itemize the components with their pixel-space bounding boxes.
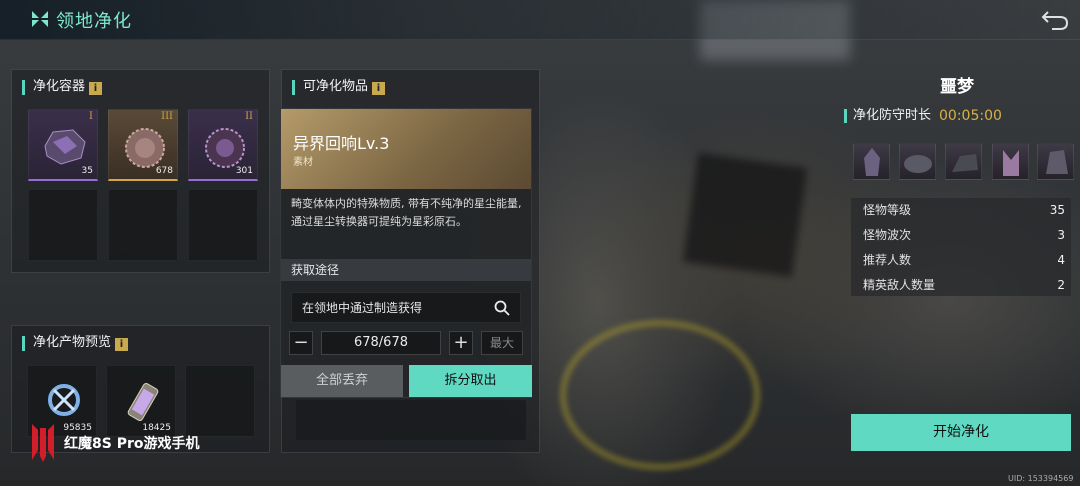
monster-icon — [904, 155, 932, 173]
boss-name: 噩梦 — [940, 77, 974, 97]
stat-row-elite-count: 精英敌人数量 2 — [851, 273, 1071, 297]
stat-value: 3 — [1057, 228, 1065, 242]
source-entry[interactable]: 在领地中通过制造获得 — [291, 292, 521, 323]
monster-icon — [864, 148, 880, 176]
top-bar: 领地净化 — [0, 0, 1080, 40]
canister-icon — [127, 383, 159, 421]
background-hose — [560, 320, 760, 470]
monster-portrait[interactable] — [899, 143, 936, 180]
info-icon[interactable]: i — [89, 82, 103, 95]
item-slot-row — [296, 400, 526, 440]
page-title: 领地净化 — [56, 11, 132, 32]
container-slot-3[interactable]: II 301 — [188, 109, 258, 181]
item-detail-card: 异界回响Lv.3 素材 畸变体体内的特殊物质, 带有不纯净的星尘能量, 通过星尘… — [280, 108, 532, 398]
monster-portrait[interactable] — [853, 143, 890, 180]
source-header: 获取途径 — [281, 259, 531, 281]
container-slot-empty[interactable] — [108, 189, 178, 261]
stat-label: 怪物等级 — [863, 203, 912, 217]
preview-count: 95835 — [63, 423, 92, 433]
background-crate — [682, 152, 808, 278]
containers-title: 净化容器 i — [22, 80, 103, 95]
red-magic-logo-icon — [32, 424, 54, 462]
stat-row-waves: 怪物波次 3 — [851, 223, 1071, 247]
slot-count: 678 — [155, 166, 173, 176]
stats-table: 怪物等级 35 怪物波次 3 推荐人数 4 精英敌人数量 2 — [851, 198, 1071, 296]
item-name: 异界回响Lv.3 — [293, 134, 390, 153]
container-slot-empty[interactable] — [28, 189, 98, 261]
discard-all-button[interactable]: 全部丢弃 — [281, 365, 403, 397]
monster-portrait[interactable] — [1037, 143, 1074, 180]
monster-icon — [1046, 150, 1068, 174]
preview-count: 18425 — [142, 423, 171, 433]
quantity-field[interactable]: 678/678 — [321, 331, 441, 355]
stat-row-monster-level: 怪物等级 35 — [851, 198, 1071, 222]
stat-value: 4 — [1057, 253, 1065, 267]
container-slot-2[interactable]: III 678 — [108, 109, 178, 181]
preview-title: 净化产物预览 i — [22, 336, 129, 351]
stat-label: 怪物波次 — [863, 228, 912, 242]
monster-icon — [952, 154, 978, 172]
slot-count: 35 — [81, 166, 93, 176]
source-text: 在领地中通过制造获得 — [302, 301, 423, 315]
void-orb-icon — [205, 128, 245, 168]
item-card-header: 异界回响Lv.3 素材 — [281, 109, 531, 189]
monster-portrait[interactable] — [945, 143, 982, 180]
defense-duration-value: 00:05:00 — [939, 108, 1002, 124]
device-watermark: 红魔8S Pro游戏手机 — [64, 436, 200, 452]
back-icon[interactable] — [1040, 6, 1070, 32]
preview-slot-2[interactable]: 18425 — [106, 365, 176, 437]
item-description: 畸变体体内的特殊物质, 带有不纯净的星尘能量, 通过星尘转换器可提纯为星彩原石。 — [291, 197, 522, 228]
stat-value: 35 — [1049, 203, 1065, 217]
spore-orb-icon — [125, 128, 165, 168]
container-slot-1[interactable]: I 35 — [28, 109, 98, 181]
increase-button[interactable]: + — [449, 331, 473, 355]
max-button[interactable]: 最大 — [481, 331, 523, 355]
item-type: 素材 — [293, 157, 313, 168]
stat-row-recommended-players: 推荐人数 4 — [851, 248, 1071, 272]
crystal-icon — [44, 129, 86, 165]
user-id: UID: 153394569 — [1008, 474, 1074, 483]
decrease-button[interactable]: − — [289, 331, 313, 355]
container-slot-empty[interactable] — [188, 189, 258, 261]
info-icon[interactable]: i — [115, 338, 129, 351]
info-icon[interactable]: i — [372, 82, 386, 95]
monster-portrait[interactable] — [992, 143, 1029, 180]
defense-duration-label: 净化防守时长 — [844, 109, 931, 123]
items-title: 可净化物品 i — [292, 80, 386, 95]
monster-icon — [1003, 150, 1019, 176]
territory-icon — [32, 11, 48, 27]
split-take-button[interactable]: 拆分取出 — [409, 365, 532, 397]
preview-slot-empty — [185, 365, 255, 437]
slot-count: 301 — [235, 166, 253, 176]
stat-label: 精英敌人数量 — [863, 278, 936, 292]
stat-label: 推荐人数 — [863, 253, 912, 267]
start-purification-button[interactable]: 开始净化 — [851, 414, 1071, 451]
search-icon[interactable] — [494, 300, 510, 316]
stat-value: 2 — [1057, 278, 1065, 292]
